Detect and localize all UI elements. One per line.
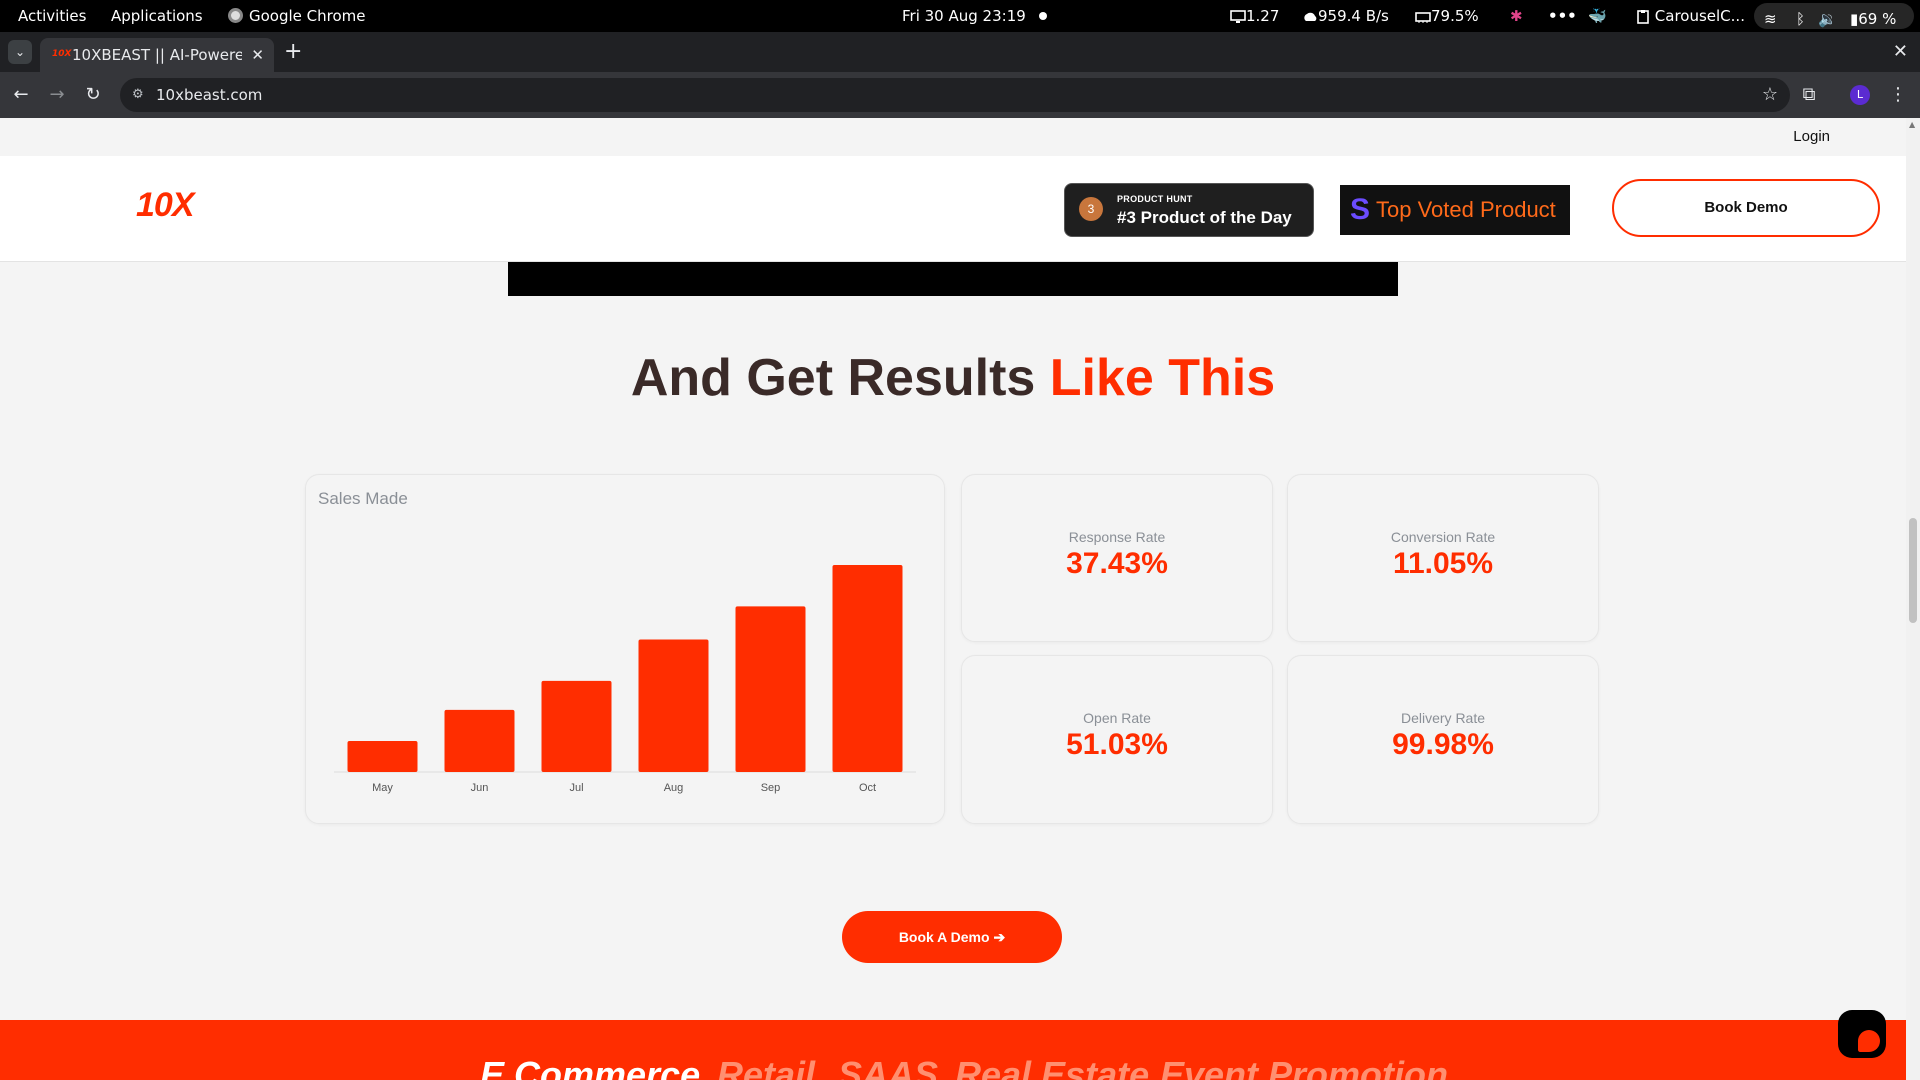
stat-value: 37.43%	[1066, 547, 1168, 580]
web-page: Login 10X 3 PRODUCT HUNT #3 Product of t…	[0, 118, 1906, 1080]
chart-bar-aug[interactable]	[638, 639, 709, 772]
category-real-estate[interactable]: Real Estate	[955, 1054, 1149, 1080]
stat-label: Response Rate	[1068, 529, 1166, 545]
chart-bar-jun[interactable]	[444, 709, 515, 772]
product-hunt-badge[interactable]: 3 PRODUCT HUNT #3 Product of the Day	[1064, 183, 1314, 237]
window-close-icon[interactable]: ✕	[1893, 36, 1908, 68]
system-top-bar: Activities Applications Google Chrome Fr…	[0, 0, 1920, 32]
site-logo[interactable]: 10X	[136, 186, 194, 225]
tab-favicon: 10X	[52, 49, 72, 59]
stat-card-open: Open Rate 51.03%	[961, 655, 1273, 824]
x-tick-label: Aug	[664, 782, 684, 794]
arrow-right-icon: ➔	[993, 929, 1006, 945]
sales-chart-card: Sales Made May Jun Jul Aug Sep Oct	[305, 474, 945, 824]
activities-button[interactable]: Activities	[18, 0, 86, 32]
chart-bar-oct[interactable]	[832, 565, 903, 772]
clock[interactable]: Fri 30 Aug 23:19	[902, 0, 1026, 32]
wifi-icon: ≋	[1764, 10, 1777, 28]
chat-widget-button[interactable]	[1838, 1010, 1886, 1058]
profile-avatar[interactable]: L	[1850, 85, 1870, 105]
tab-title: 10XBEAST || AI-Powered	[72, 46, 242, 64]
x-tick-label: Oct	[859, 782, 876, 794]
bookmark-star-icon[interactable]: ☆	[1762, 78, 1778, 112]
browser-tab[interactable]: 10X 10XBEAST || AI-Powered ✕	[40, 38, 274, 72]
category-event-promotion[interactable]: Event Promotion	[1160, 1054, 1448, 1080]
medal-icon: 3	[1079, 197, 1103, 221]
login-link[interactable]: Login	[1793, 118, 1830, 156]
product-hunt-label: PRODUCT HUNT	[1117, 194, 1193, 204]
stat-card-response: Response Rate 37.43%	[961, 474, 1273, 642]
chart-bar-may[interactable]	[347, 740, 418, 772]
book-demo-button[interactable]: Book Demo	[1612, 179, 1880, 237]
top-voted-label: Top Voted Product	[1376, 197, 1556, 222]
stat-label: Delivery Rate	[1400, 710, 1486, 726]
s-logo-icon: S	[1350, 193, 1371, 226]
memory-icon	[1415, 11, 1431, 23]
scrollbar-thumb[interactable]	[1909, 518, 1917, 623]
tab-strip: ⌄ 10X 10XBEAST || AI-Powered ✕ + ✕	[0, 32, 1920, 72]
chat-icon	[1858, 1030, 1880, 1052]
network-speed[interactable]: 959.4 B/s	[1302, 0, 1389, 32]
forward-icon[interactable]: →	[42, 80, 72, 110]
status-menu[interactable]: ≋ ᛒ 🔉 ▮69 %	[1754, 3, 1914, 29]
stat-card-conversion: Conversion Rate 11.05%	[1287, 474, 1599, 642]
book-a-demo-button[interactable]: Book A Demo ➔	[842, 911, 1062, 963]
memory-usage[interactable]: 79.5%	[1415, 0, 1479, 32]
browser-toolbar: ← → ↻ ⚙ 10xbeast.com ☆ ⧉ L ⋮	[0, 72, 1920, 118]
product-hunt-rank: #3 Product of the Day	[1117, 208, 1292, 227]
section-heading: And Get Results Like This	[630, 349, 1276, 407]
site-info-icon[interactable]: ⚙	[132, 78, 144, 112]
stat-value: 99.98%	[1392, 728, 1494, 761]
stat-label: Open Rate	[1083, 710, 1151, 726]
stat-value: 11.05%	[1392, 547, 1494, 580]
top-voted-badge[interactable]: S Top Voted Product	[1340, 185, 1570, 235]
chrome-menu-icon[interactable]: ⋮	[1883, 80, 1913, 110]
stat-label: Conversion Rate	[1390, 529, 1496, 545]
x-tick-label: Jul	[569, 782, 583, 794]
extensions-icon[interactable]: ⧉	[1794, 80, 1824, 110]
cloud-upload-icon	[1304, 12, 1317, 21]
utility-bar: Login	[0, 118, 1906, 156]
chrome-icon	[228, 8, 243, 23]
bluetooth-icon: ᛒ	[1796, 10, 1806, 28]
industry-category-band: E Commerce Retail SAAS Real Estate Event…	[0, 1020, 1906, 1080]
scroll-up-icon[interactable]: ▲	[1909, 120, 1915, 129]
volume-icon: 🔉	[1818, 10, 1837, 28]
chart-bar-sep[interactable]	[735, 606, 806, 772]
category-retail[interactable]: Retail	[717, 1054, 815, 1080]
applications-menu[interactable]: Applications	[111, 0, 203, 32]
sales-bar-chart: May Jun Jul Aug Sep Oct	[334, 565, 916, 794]
more-icon[interactable]: •••	[1548, 0, 1577, 32]
url-text[interactable]: 10xbeast.com	[156, 78, 262, 112]
stat-card-delivery: Delivery Rate 99.98%	[1287, 655, 1599, 824]
cpu-load[interactable]: 1.27	[1230, 0, 1279, 32]
clipboard-indicator[interactable]: CarouselC...	[1636, 0, 1745, 32]
chart-bar-jul[interactable]	[541, 680, 612, 772]
monitor-icon	[1230, 9, 1246, 23]
x-tick-label: Sep	[761, 782, 781, 794]
slack-icon[interactable]: ✱	[1510, 0, 1523, 32]
tab-search-button[interactable]: ⌄	[8, 40, 32, 64]
active-app[interactable]: Google Chrome	[228, 0, 366, 32]
category-ecommerce[interactable]: E Commerce	[480, 1054, 700, 1080]
battery-indicator: ▮69 %	[1850, 10, 1897, 28]
clipboard-icon	[1637, 9, 1649, 24]
docker-icon[interactable]: 🐳	[1588, 0, 1607, 32]
x-tick-label: Jun	[471, 782, 489, 794]
reload-icon[interactable]: ↻	[78, 80, 108, 110]
page-scrollbar[interactable]: ▲	[1906, 118, 1920, 1080]
video-embed[interactable]	[508, 262, 1398, 296]
tab-close-icon[interactable]: ✕	[251, 38, 264, 72]
notification-dot	[1039, 12, 1047, 20]
stat-value: 51.03%	[1066, 728, 1168, 761]
x-tick-label: May	[372, 782, 393, 794]
new-tab-button[interactable]: +	[284, 36, 302, 68]
back-icon[interactable]: ←	[6, 80, 36, 110]
site-header: 10X 3 PRODUCT HUNT #3 Product of the Day…	[0, 156, 1906, 262]
category-saas[interactable]: SAAS	[838, 1054, 938, 1080]
address-bar[interactable]: ⚙ 10xbeast.com ☆	[120, 78, 1790, 112]
